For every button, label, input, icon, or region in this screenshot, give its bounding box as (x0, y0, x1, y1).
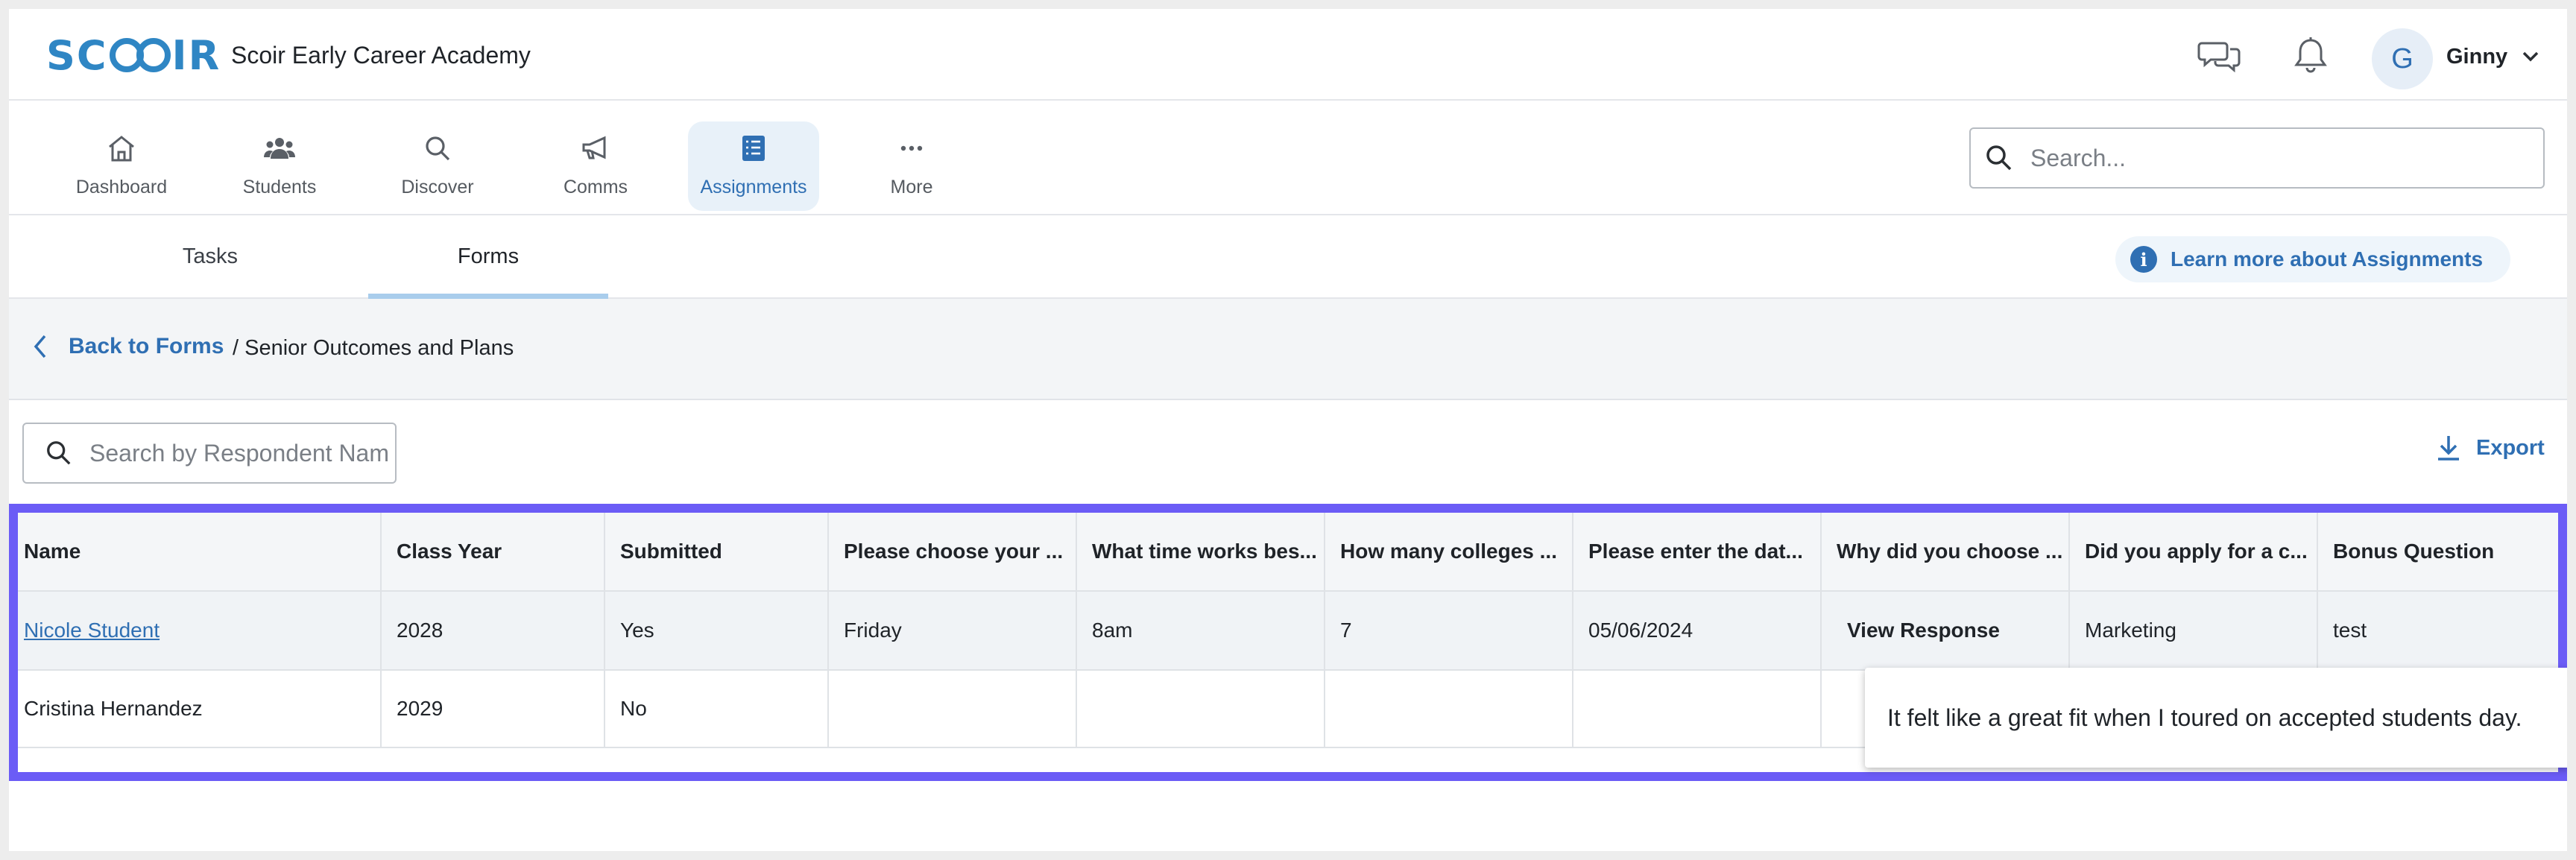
app-window: S C IR Scoir Early Career Academy G Ginny … (9, 9, 2567, 851)
table-cell: test (2333, 619, 2367, 642)
nav-label: Dashboard (75, 177, 168, 197)
table-cell: Yes (605, 592, 829, 669)
table-cell: 2029 (382, 671, 605, 747)
user-avatar[interactable]: G (2372, 28, 2433, 89)
download-icon (2438, 436, 2459, 461)
scoir-logo[interactable]: S C IR (46, 31, 221, 79)
table-cell (829, 671, 1077, 747)
column-header[interactable]: How many colleges ... (1325, 513, 1573, 590)
table-cell (1325, 671, 1573, 747)
learn-more-assignments-button[interactable]: i Learn more about Assignments (2115, 236, 2510, 282)
learn-more-label: Learn more about Assignments (2171, 247, 2484, 271)
info-icon: i (2130, 246, 2157, 273)
tab-forms[interactable]: Forms (368, 215, 608, 299)
column-header[interactable]: What time works bes... (1077, 513, 1325, 590)
more-icon (900, 145, 923, 151)
logo-text-ir: IR (171, 31, 221, 79)
table-header-row: Name Class Year Submitted Please choose … (18, 513, 2558, 592)
name-cell: Nicole Student (18, 592, 382, 669)
tab-bar: Tasks Forms i Learn more about Assignmen… (9, 215, 2567, 299)
column-header[interactable]: Name (18, 513, 382, 590)
main-nav: Dashboard Students Discover Comms Assign… (9, 101, 2567, 215)
back-to-forms-link[interactable]: Back to Forms (31, 333, 224, 360)
search-icon (426, 136, 450, 161)
breadcrumb-current: / Senior Outcomes and Plans (233, 336, 514, 360)
nav-label: Discover (401, 177, 474, 197)
tab-tasks[interactable]: Tasks (136, 215, 285, 297)
nav-more[interactable]: More (846, 121, 977, 211)
nav-label: Assignments (700, 177, 807, 197)
table-cell: Friday (829, 592, 1077, 669)
column-header[interactable]: Class Year (382, 513, 605, 590)
column-header[interactable]: Why did you choose ... (1822, 513, 2070, 590)
response-tooltip: It felt like a great fit when I toured o… (1865, 668, 2567, 768)
nav-label: More (890, 177, 933, 197)
respondent-search-input[interactable] (89, 439, 388, 467)
nav-discover[interactable]: Discover (372, 121, 503, 211)
nav-label: Students (242, 177, 317, 197)
table-cell: 2028 (382, 592, 605, 669)
export-button[interactable]: Export (2436, 434, 2545, 462)
name-cell: Cristina Hernandez (18, 671, 382, 747)
nav-dashboard[interactable]: Dashboard (56, 121, 187, 211)
student-name-link[interactable]: Nicole Student (24, 619, 160, 642)
table-cell (1573, 671, 1822, 747)
table-cell: Marketing (2070, 592, 2318, 669)
breadcrumb: Back to Forms / Senior Outcomes and Plan… (9, 299, 2567, 400)
column-header[interactable]: Please enter the dat... (1573, 513, 1822, 590)
table-cell: 7 (1325, 592, 1573, 669)
nav-assignments[interactable]: Assignments (688, 121, 819, 211)
megaphone-icon (582, 136, 606, 159)
table-cell: No (605, 671, 829, 747)
notifications-bell-icon[interactable] (2294, 36, 2327, 75)
respondent-search[interactable] (22, 423, 397, 484)
chevron-left-icon (34, 335, 46, 358)
column-header[interactable]: Did you apply for a c... (2070, 513, 2318, 590)
global-search-input[interactable] (2030, 144, 2507, 172)
search-icon (1986, 145, 2012, 171)
nav-label: Comms (563, 177, 628, 197)
table-cell: 05/06/2024 (1573, 592, 1822, 669)
nav-comms[interactable]: Comms (530, 121, 661, 211)
view-response-button[interactable]: View Response (1822, 592, 2070, 669)
search-icon (47, 441, 71, 465)
global-search[interactable] (1969, 127, 2545, 189)
column-header[interactable]: Bonus Question (2318, 513, 2558, 590)
logo-text-c: C (76, 31, 108, 79)
table-cell (1077, 671, 1325, 747)
messages-icon[interactable] (2197, 37, 2242, 75)
logo-rings (109, 38, 171, 72)
table-row: Nicole Student 2028 Yes Friday 8am 7 05/… (18, 592, 2558, 671)
top-header: S C IR Scoir Early Career Academy G Ginny (9, 9, 2567, 101)
column-header[interactable]: Submitted (605, 513, 829, 590)
table-cell: 8am (1077, 592, 1325, 669)
logo-text-s: S (46, 31, 77, 79)
home-icon (109, 136, 134, 162)
nav-students[interactable]: Students (214, 121, 345, 211)
user-name[interactable]: Ginny (2446, 45, 2507, 69)
users-icon (264, 138, 295, 159)
back-label: Back to Forms (69, 334, 224, 358)
chevron-down-icon[interactable] (2521, 48, 2540, 64)
export-label: Export (2476, 435, 2545, 460)
list-icon (742, 136, 765, 161)
column-header[interactable]: Please choose your ... (829, 513, 1077, 590)
app-title: Scoir Early Career Academy (231, 42, 531, 69)
